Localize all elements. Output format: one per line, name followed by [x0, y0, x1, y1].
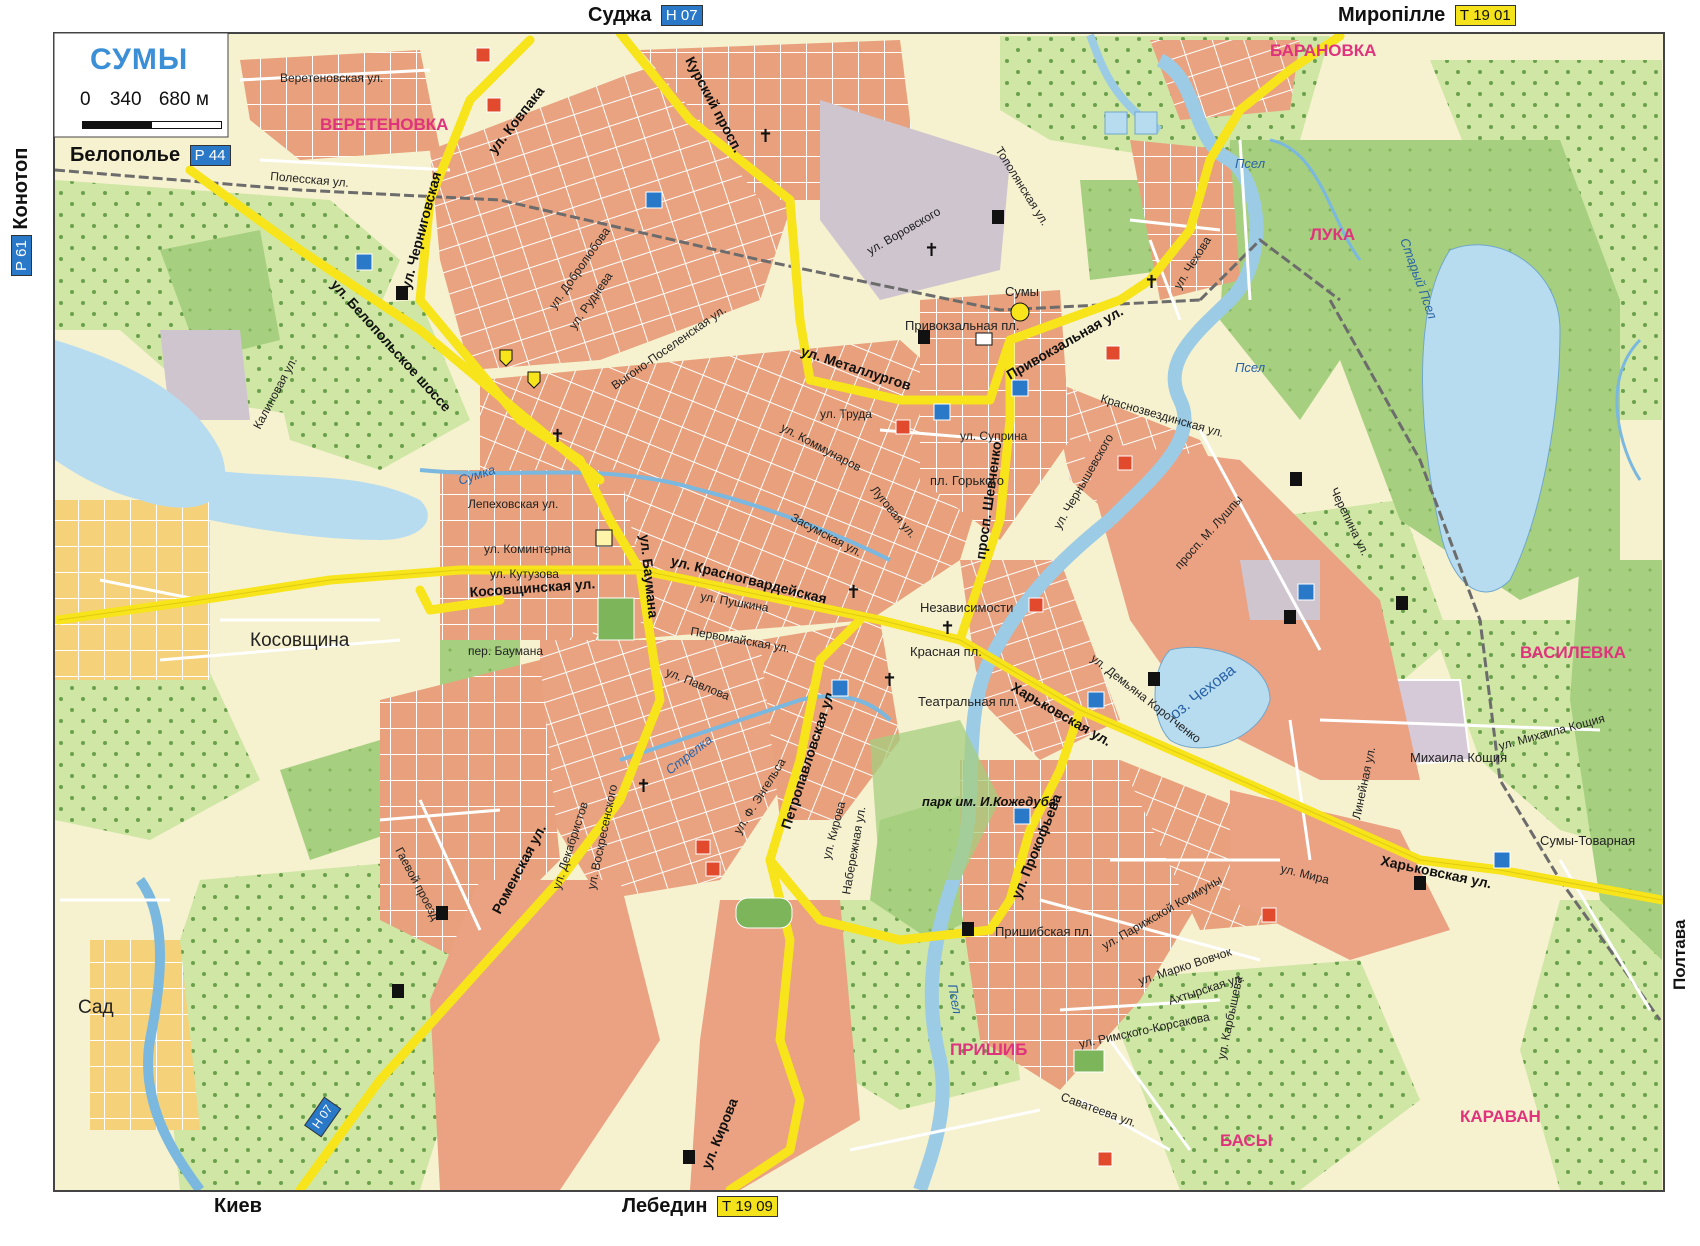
destination-label: Киев [214, 1195, 262, 1217]
map-legend: СУМЫ 0 340 680 м [54, 33, 228, 137]
destination-label: Миропілле [1338, 4, 1446, 26]
parking-icon [1297, 583, 1315, 601]
scale-label: 0 340 680 м [80, 89, 209, 111]
route-shield: Н 07 [660, 5, 703, 27]
road-label-veretenovskaya: Веретеновская ул. [280, 71, 383, 85]
church-icon: ✝ [882, 670, 897, 691]
district-baranovka: БАРАНОВКА [1270, 41, 1376, 60]
hospital-icon [1028, 597, 1044, 613]
scale-bar [82, 121, 222, 129]
edge-bottom-kiev: Киев [214, 1195, 262, 1218]
parking-icon [1011, 379, 1029, 397]
district-vasilevka: ВАСИЛЕВКА [1520, 643, 1626, 662]
place-gorkogo: пл. Горького [930, 473, 1004, 488]
gas-station-icon [1396, 596, 1408, 610]
church-icon: ✝ [940, 618, 955, 639]
destination-label: Конотоп [10, 147, 32, 230]
route-shield: Р 44 [189, 145, 231, 167]
route-shield: Т 19 09 [717, 1196, 778, 1218]
scale-end: 680 м [158, 89, 209, 110]
map-title: СУМЫ [90, 43, 189, 76]
church-icon: ✝ [636, 776, 651, 797]
place-mikhaila-kotsiya: Михаила Кощия [1410, 750, 1507, 765]
route-shield: Р 61 [11, 235, 33, 276]
church-icon: ✝ [846, 582, 861, 603]
place-prishibskaya: Пришибская пл. [995, 924, 1092, 939]
parking-icon [831, 679, 849, 697]
church-icon: ✝ [1144, 272, 1159, 293]
edge-bottom-lebedin: Лебедин Т 19 09 [622, 1195, 778, 1218]
gas-station-icon [1290, 472, 1302, 486]
parking-icon [645, 191, 663, 209]
hospital-icon [1105, 345, 1121, 361]
district-karavan: КАРАВАН [1460, 1107, 1541, 1126]
place-nezavisimosti: Независимости [920, 600, 1013, 615]
hospital-icon [705, 861, 721, 877]
park-kozheduba: парк им. И.Кожедуба [922, 794, 1056, 809]
hospital-icon [1097, 1151, 1113, 1167]
parking-icon [1087, 691, 1105, 709]
church-icon: ✝ [924, 240, 939, 261]
road-label-lepekhovskaya: Лепеховская ул. [468, 497, 558, 511]
parking-icon [1013, 807, 1031, 825]
settlement-kosovshchina: Косовщина [250, 630, 350, 651]
gas-station-icon [1148, 672, 1160, 686]
edge-right-poltava: Полтава [1670, 920, 1690, 990]
railway-station-icon [1010, 302, 1030, 322]
place-sumy-tovarnaya: Сумы-Товарная [1540, 833, 1635, 848]
river-psel-north: Псел [1235, 156, 1266, 171]
destination-label: Лебедин [622, 1195, 708, 1217]
hospital-icon [475, 47, 491, 63]
hospital-icon [1117, 455, 1133, 471]
scale-zero: 0 [80, 89, 91, 110]
route-shield: Т 19 01 [1454, 5, 1516, 27]
city-map: ВЕРЕТЕНОВКА БАРАНОВКА ЛУКА ВАСИЛЕВКА ПРИ… [0, 0, 1700, 1246]
road-label-per-baumana: пер. Баумана [468, 644, 543, 658]
place-teatralnaya: Театральная пл. [918, 694, 1017, 709]
district-veretenovka: ВЕРЕТЕНОВКА [320, 115, 448, 134]
gas-station-icon [962, 922, 974, 936]
church-icon: ✝ [550, 426, 565, 447]
district-basy: БАСЫ [1220, 1131, 1272, 1150]
gas-station-icon [1284, 610, 1296, 624]
place-krasnaya: Красная пл. [910, 644, 982, 659]
gas-station-icon [918, 330, 930, 344]
district-prishib: ПРИШИБ [950, 1040, 1027, 1059]
destination-label: Полтава [1670, 919, 1689, 990]
settlement-sad: Сад [78, 997, 114, 1018]
gas-station-icon [1414, 876, 1426, 890]
gas-station-icon [436, 906, 448, 920]
place-sumy-station: Сумы [1005, 284, 1039, 299]
district-luka: ЛУКА [1310, 225, 1355, 244]
hospital-icon [1261, 907, 1277, 923]
hospital-icon [895, 419, 911, 435]
church-icon: ✝ [758, 126, 773, 147]
hospital-icon [486, 97, 502, 113]
road-label-kutuzova: ул. Кутузова [490, 567, 559, 581]
post-office-icon [975, 332, 993, 346]
gas-station-icon [683, 1150, 695, 1164]
cemetery-icon [597, 597, 635, 641]
scale-mid: 340 [109, 89, 142, 110]
gas-station-icon [992, 210, 1004, 224]
gas-station-icon [396, 286, 408, 300]
destination-label: Белополье [70, 144, 181, 166]
hospital-icon [695, 839, 711, 855]
cemetery-icon [735, 897, 793, 929]
gas-station-icon [392, 984, 404, 998]
parking-icon [1493, 851, 1511, 869]
bus-station-icon [595, 529, 613, 547]
cemetery-icon [1073, 1049, 1105, 1073]
edge-left-belopolie: Белополье Р 44 [70, 144, 231, 167]
road-label-kominterna: ул. Коминтерна [484, 542, 571, 556]
edge-top-miropolie: Миропілле Т 19 01 [1338, 4, 1516, 27]
road-label-suprina: ул. Суприна [960, 429, 1028, 443]
parking-icon [933, 403, 951, 421]
edge-top-sudzha: Суджа Н 07 [588, 4, 703, 27]
river-psel-mid: Псел [1235, 360, 1266, 375]
destination-label: Суджа [588, 4, 652, 26]
parking-icon [355, 253, 373, 271]
edge-left-konotop: Р 61 Конотоп [10, 148, 33, 280]
road-label-truda: ул. Труда [820, 407, 872, 421]
